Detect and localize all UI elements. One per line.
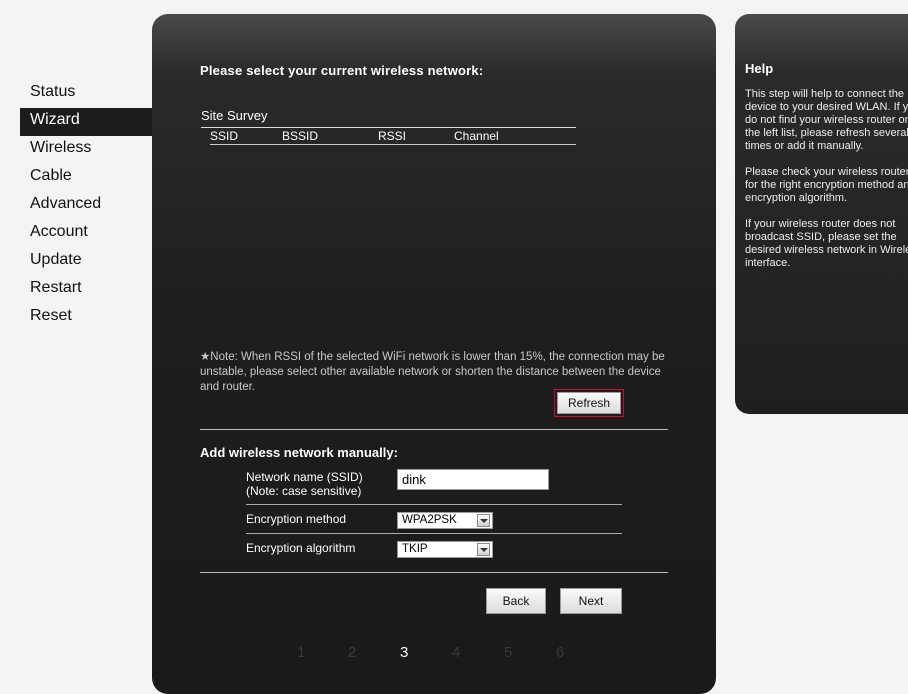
step-1: 1: [297, 644, 306, 661]
divider: [200, 572, 668, 573]
encryption-method-select[interactable]: WPA2PSK: [397, 512, 493, 529]
divider: [246, 504, 622, 505]
sidebar-nav: Status Wizard Wireless Cable Advanced Ac…: [20, 80, 154, 332]
help-panel: Help This step will help to connect the …: [735, 14, 908, 414]
step-3-current: 3: [400, 644, 409, 661]
ssid-label-line1: Network name (SSID): [246, 470, 363, 484]
column-header-channel[interactable]: Channel: [454, 129, 499, 143]
ssid-input[interactable]: dink: [397, 469, 549, 490]
step-2: 2: [348, 644, 357, 661]
site-survey-table-header: SSID BSSID RSSI Channel: [210, 129, 576, 145]
site-survey-title: Site Survey: [201, 108, 268, 123]
encryption-algorithm-select[interactable]: TKIP: [397, 541, 493, 558]
divider: [246, 533, 622, 534]
encryption-algorithm-label: Encryption algorithm: [246, 541, 356, 555]
nav-item-wizard[interactable]: Wizard: [20, 108, 154, 136]
column-header-ssid[interactable]: SSID: [210, 129, 238, 143]
help-title: Help: [745, 61, 774, 76]
column-header-rssi[interactable]: RSSI: [378, 129, 406, 143]
nav-item-advanced[interactable]: Advanced: [20, 192, 154, 220]
help-body: This step will help to connect the devic…: [745, 88, 908, 283]
ssid-label: Network name (SSID) (Note: case sensitiv…: [246, 470, 363, 498]
help-paragraph: This step will help to connect the devic…: [745, 88, 908, 152]
nav-item-wireless[interactable]: Wireless: [20, 136, 154, 164]
column-header-bssid[interactable]: BSSID: [282, 129, 318, 143]
chevron-down-icon[interactable]: [477, 514, 490, 527]
nav-item-cable[interactable]: Cable: [20, 164, 154, 192]
refresh-button[interactable]: Refresh: [557, 392, 621, 414]
ssid-label-line2: (Note: case sensitive): [246, 484, 362, 498]
back-button[interactable]: Back: [486, 588, 546, 614]
nav-item-account[interactable]: Account: [20, 220, 154, 248]
encryption-method-value: WPA2PSK: [402, 514, 457, 526]
encryption-algorithm-value: TKIP: [402, 543, 428, 555]
refresh-focus-ring: Refresh: [554, 389, 624, 417]
divider: [201, 127, 576, 128]
divider: [200, 429, 668, 430]
section-heading-select-network: Please select your current wireless netw…: [200, 63, 484, 78]
step-4: 4: [452, 644, 461, 661]
help-paragraph: Please check your wireless router for th…: [745, 166, 908, 204]
nav-item-reset[interactable]: Reset: [20, 304, 154, 332]
divider: [210, 144, 576, 145]
nav-item-restart[interactable]: Restart: [20, 276, 154, 304]
step-5: 5: [504, 644, 513, 661]
nav-item-status[interactable]: Status: [20, 80, 154, 108]
nav-item-update[interactable]: Update: [20, 248, 154, 276]
step-indicator: 1 2 3 4 5 6: [292, 644, 592, 664]
next-button[interactable]: Next: [560, 588, 622, 614]
encryption-method-label: Encryption method: [246, 512, 347, 526]
wizard-panel: Please select your current wireless netw…: [152, 14, 716, 694]
chevron-down-icon[interactable]: [477, 543, 490, 556]
section-heading-add-manually: Add wireless network manually:: [200, 445, 398, 460]
help-paragraph: If your wireless router does not broadca…: [745, 218, 908, 269]
step-6: 6: [556, 644, 565, 661]
